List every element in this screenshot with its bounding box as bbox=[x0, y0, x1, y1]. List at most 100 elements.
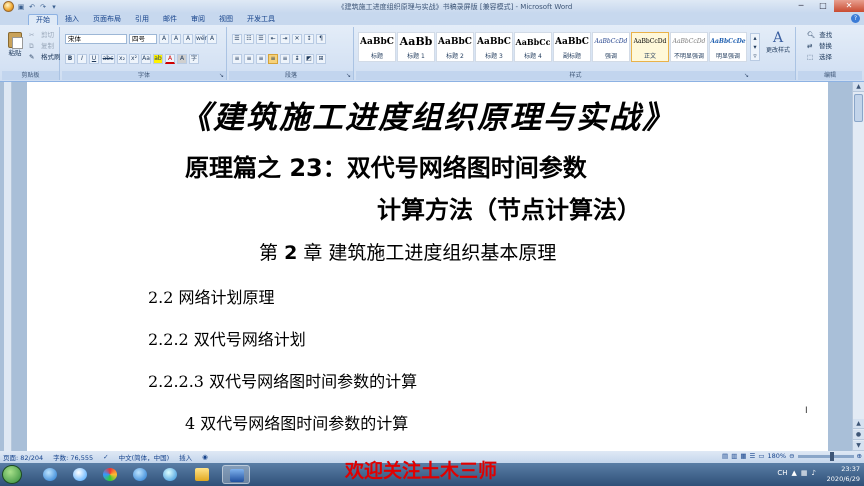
replace-button[interactable]: 替换 bbox=[818, 41, 833, 51]
style-heading-2[interactable]: AaBbC 标题 2 bbox=[436, 32, 474, 62]
shading-icon[interactable]: ◩ bbox=[304, 54, 314, 64]
view-full-screen-icon[interactable]: ▥ bbox=[731, 452, 737, 460]
office-button[interactable] bbox=[3, 1, 14, 12]
next-page-icon[interactable]: ▼ bbox=[853, 441, 864, 451]
zoom-level[interactable]: 180% bbox=[768, 452, 787, 460]
paragraph-dialog-launcher-icon[interactable]: ↘ bbox=[346, 72, 351, 79]
proofing-icon[interactable]: ✓ bbox=[103, 453, 108, 461]
macro-record-icon[interactable]: ◉ bbox=[202, 453, 208, 461]
input-method-indicator[interactable]: CH bbox=[777, 469, 787, 477]
distributed-icon[interactable]: ≡ bbox=[280, 54, 290, 64]
superscript-button[interactable]: x² bbox=[129, 54, 139, 64]
show-marks-icon[interactable]: ¶ bbox=[316, 34, 326, 44]
zoom-in-icon[interactable]: ⊕ bbox=[857, 452, 862, 460]
tab-review[interactable]: 审阅 bbox=[184, 14, 212, 25]
shrink-font-icon[interactable]: A bbox=[171, 34, 181, 44]
scroll-thumb[interactable] bbox=[854, 94, 863, 122]
minimize-button[interactable]: ─ bbox=[790, 0, 812, 12]
styles-scroll-icon[interactable]: ▴ ▾ ▿ bbox=[750, 33, 760, 61]
tab-page-layout[interactable]: 页面布局 bbox=[86, 14, 128, 25]
select-button[interactable]: 选择 bbox=[818, 52, 833, 62]
change-styles-button[interactable]: A 更改样式 bbox=[761, 30, 795, 56]
style-subtitle[interactable]: AaBbC 副标题 bbox=[553, 32, 591, 62]
vertical-scrollbar[interactable]: ▲ ▲ ● ▼ bbox=[852, 82, 864, 451]
chinese-layout-icon[interactable]: ✕ bbox=[292, 34, 302, 44]
clear-format-icon[interactable]: A bbox=[183, 34, 193, 44]
redo-icon[interactable]: ↷ bbox=[39, 3, 47, 11]
styles-dialog-launcher-icon[interactable]: ↘ bbox=[744, 72, 749, 79]
style-heading-1[interactable]: AaBb 标题 1 bbox=[397, 32, 435, 62]
word-count[interactable]: 字数: 76,555 bbox=[53, 452, 93, 462]
multilevel-list-icon[interactable]: ☰ bbox=[256, 34, 266, 44]
tab-mailings[interactable]: 邮件 bbox=[156, 14, 184, 25]
align-left-icon[interactable]: ≡ bbox=[232, 54, 242, 64]
borders-icon[interactable]: ⊞ bbox=[316, 54, 326, 64]
close-button[interactable]: ✕ bbox=[834, 0, 864, 12]
taskbar-app-browser-2[interactable] bbox=[66, 465, 94, 484]
strikethrough-button[interactable]: abc bbox=[101, 54, 115, 64]
change-case-button[interactable]: Aa bbox=[141, 54, 151, 64]
decrease-indent-icon[interactable]: ⇤ bbox=[268, 34, 278, 44]
taskbar-app-media[interactable] bbox=[96, 465, 124, 484]
view-draft-icon[interactable]: ▭ bbox=[758, 452, 764, 460]
char-shading-button[interactable]: A bbox=[177, 54, 187, 64]
taskbar-app-word[interactable] bbox=[222, 465, 250, 484]
zoom-slider-knob[interactable] bbox=[829, 451, 834, 461]
save-icon[interactable]: ▣ bbox=[17, 3, 25, 11]
style-emphasis[interactable]: AaBbCcDd 强调 bbox=[592, 32, 630, 62]
enclose-char-button[interactable]: 字 bbox=[189, 54, 199, 64]
scroll-up-icon[interactable]: ▲ bbox=[853, 82, 864, 92]
volume-icon[interactable]: ♪ bbox=[812, 469, 816, 477]
grow-font-icon[interactable]: A bbox=[159, 34, 169, 44]
style-title[interactable]: AaBbC 标题 bbox=[358, 32, 396, 62]
underline-button[interactable]: U bbox=[89, 54, 99, 64]
taskbar-app-browser-4[interactable] bbox=[156, 465, 184, 484]
zoom-slider[interactable] bbox=[797, 451, 854, 461]
tab-view[interactable]: 视图 bbox=[212, 14, 240, 25]
font-size-dropdown[interactable]: 四号 bbox=[129, 34, 157, 44]
document-page[interactable]: 《建筑施工进度组织原理与实战》 原理篇之 23：双代号网络图时间参数 计算方法（… bbox=[27, 82, 828, 451]
browse-object-icon[interactable]: ● bbox=[853, 430, 864, 440]
clock[interactable]: 23:37 2020/6/29 bbox=[827, 464, 860, 484]
italic-button[interactable]: I bbox=[77, 54, 87, 64]
taskbar-app-browser-3[interactable] bbox=[126, 465, 154, 484]
start-button[interactable] bbox=[2, 465, 22, 484]
align-right-icon[interactable]: ≡ bbox=[256, 54, 266, 64]
sort-icon[interactable]: ↕ bbox=[304, 34, 314, 44]
network-icon[interactable]: ▦ bbox=[801, 469, 808, 477]
copy-button[interactable]: 复制 bbox=[40, 41, 55, 51]
style-normal[interactable]: AaBbCcDd 正文 bbox=[631, 32, 669, 62]
language-indicator[interactable]: 中文(简体，中国) bbox=[119, 452, 170, 462]
style-intense-emphasis[interactable]: AaBbCcDe 明显强调 bbox=[709, 32, 747, 62]
highlight-button[interactable]: ab bbox=[153, 54, 163, 64]
style-subtle-emphasis[interactable]: AaBbCcDd 不明显强调 bbox=[670, 32, 708, 62]
format-painter-button[interactable]: 格式刷 bbox=[40, 52, 62, 62]
bullets-icon[interactable]: ☰ bbox=[232, 34, 242, 44]
tray-expand-icon[interactable]: ▲ bbox=[792, 469, 797, 477]
help-icon[interactable]: ? bbox=[851, 14, 860, 23]
line-spacing-icon[interactable]: ↨ bbox=[292, 54, 302, 64]
maximize-button[interactable]: □ bbox=[812, 0, 834, 12]
paste-button[interactable]: 粘贴 bbox=[6, 30, 24, 60]
justify-icon[interactable]: ≡ bbox=[268, 54, 278, 64]
insert-mode[interactable]: 插入 bbox=[179, 452, 192, 462]
cut-button[interactable]: 剪切 bbox=[40, 30, 55, 40]
bold-button[interactable]: B bbox=[65, 54, 75, 64]
style-heading-3[interactable]: AaBbC 标题 3 bbox=[475, 32, 513, 62]
tab-insert[interactable]: 插入 bbox=[58, 14, 86, 25]
undo-icon[interactable]: ↶ bbox=[28, 3, 36, 11]
find-button[interactable]: 查找 bbox=[818, 30, 833, 40]
tab-developer[interactable]: 开发工具 bbox=[240, 14, 282, 25]
subscript-button[interactable]: x₂ bbox=[117, 54, 127, 64]
font-name-dropdown[interactable]: 宋体 bbox=[65, 34, 127, 44]
taskbar-app-folder[interactable] bbox=[188, 465, 216, 484]
taskbar-app-browser-1[interactable] bbox=[36, 465, 64, 484]
phonetic-guide-icon[interactable]: wén bbox=[195, 34, 208, 44]
tab-references[interactable]: 引用 bbox=[128, 14, 156, 25]
customize-icon[interactable]: ▾ bbox=[50, 3, 58, 11]
view-print-layout-icon[interactable]: ▤ bbox=[722, 452, 728, 460]
char-border-icon[interactable]: A bbox=[207, 34, 217, 44]
increase-indent-icon[interactable]: ⇥ bbox=[280, 34, 290, 44]
font-dialog-launcher-icon[interactable]: ↘ bbox=[219, 72, 224, 79]
view-outline-icon[interactable]: ☰ bbox=[750, 452, 756, 460]
